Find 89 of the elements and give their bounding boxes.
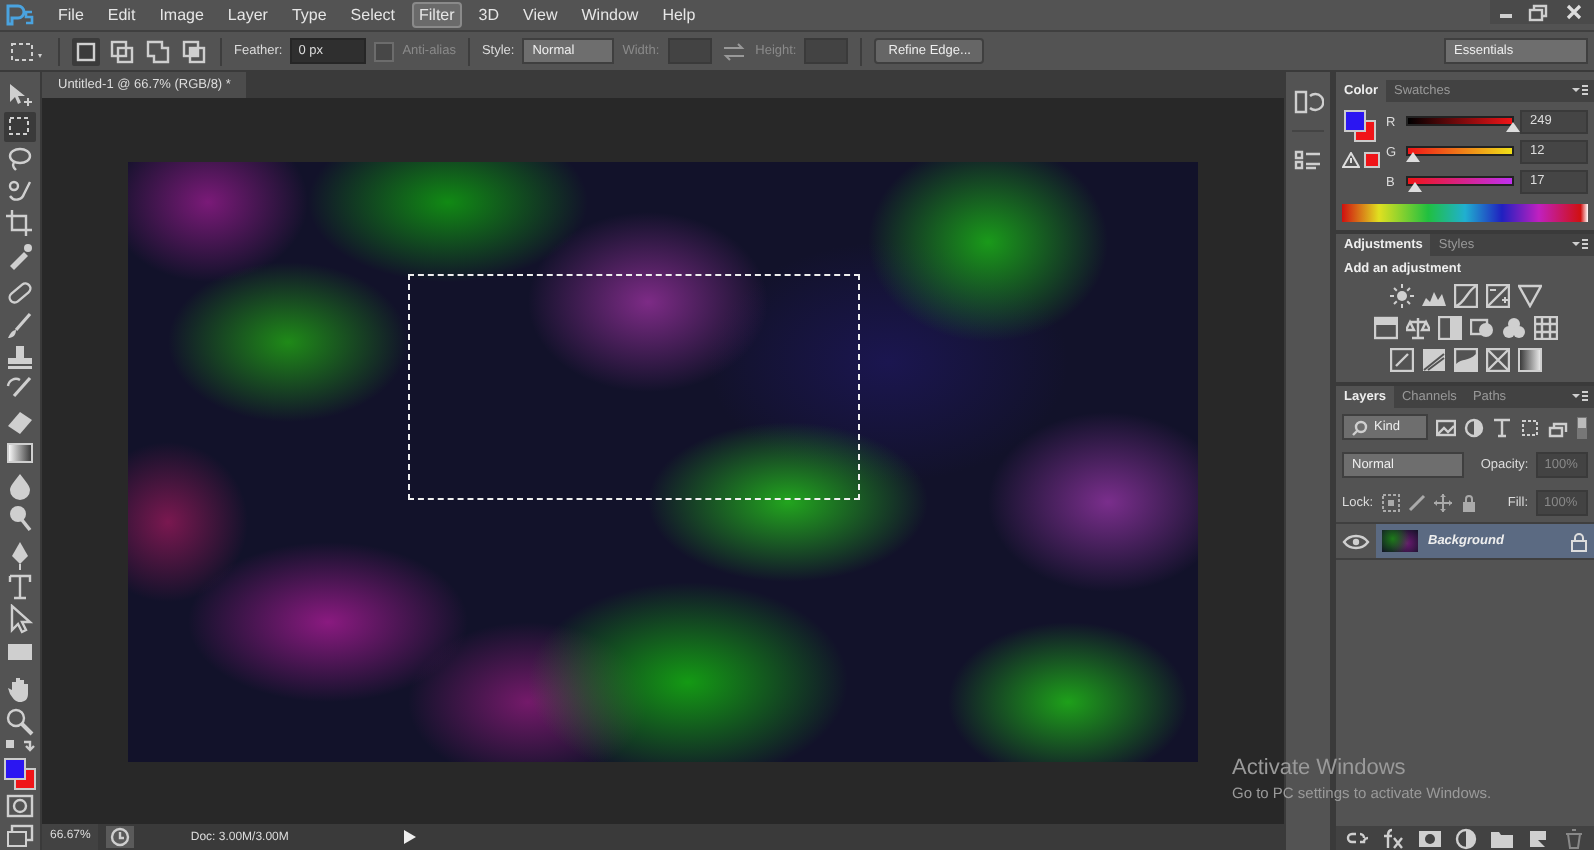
properties-panel-icon[interactable]	[1292, 146, 1324, 174]
posterize-icon[interactable]	[1421, 348, 1445, 372]
layer-mask-icon[interactable]	[1417, 827, 1441, 849]
swap-arrows-icon[interactable]	[719, 39, 748, 63]
threshold-icon[interactable]	[1453, 348, 1477, 372]
marquee-tool-icon[interactable]	[4, 112, 36, 142]
layer-thumbnail	[1382, 530, 1418, 552]
gamut-warning-icon[interactable]	[1342, 152, 1360, 168]
menu-item[interactable]: Image	[151, 2, 212, 28]
smart-object-filter-icon[interactable]	[1548, 417, 1568, 437]
color-swatches-icon[interactable]	[1342, 110, 1378, 142]
brush-tool-icon[interactable]	[4, 310, 36, 340]
color-slider[interactable]	[1406, 143, 1514, 161]
menu-item[interactable]: Filter	[411, 2, 463, 28]
selective-color-icon[interactable]	[1485, 348, 1509, 372]
lock-paint-icon[interactable]	[1407, 494, 1426, 512]
lock-all-icon[interactable]	[1459, 494, 1478, 512]
desaturate-icon[interactable]	[1437, 316, 1461, 340]
menu-item[interactable]: View	[515, 2, 566, 28]
slider-thumb-icon[interactable]	[1407, 181, 1422, 191]
menu-item[interactable]: Select	[342, 2, 404, 28]
color-balance-icon[interactable]	[1405, 316, 1429, 340]
photo-filter-icon[interactable]	[1469, 316, 1493, 340]
lock-pixels-icon[interactable]	[1381, 494, 1400, 512]
menu-item[interactable]: Help	[654, 2, 704, 28]
search-icon	[1352, 419, 1368, 435]
adjustment-layer-icon[interactable]	[1453, 827, 1477, 849]
panel-menu-icon[interactable]	[1570, 83, 1590, 99]
panel-menu-icon[interactable]	[1570, 237, 1590, 253]
dodge-tool-icon[interactable]	[4, 502, 36, 532]
blur-tool-icon[interactable]	[4, 470, 36, 500]
color-slider[interactable]	[1406, 113, 1514, 131]
panel-menu-icon[interactable]	[1570, 389, 1590, 405]
fx-icon[interactable]	[1381, 827, 1405, 849]
curves-icon[interactable]	[1453, 284, 1477, 308]
filter-toggle-icon[interactable]	[1576, 415, 1588, 439]
subtract-from-selection-icon[interactable]	[144, 37, 172, 65]
move-tool-icon[interactable]	[4, 80, 36, 110]
adjustment-filter-icon[interactable]	[1464, 417, 1484, 437]
swap-colors-icon[interactable]	[4, 738, 36, 756]
eraser-tool-icon[interactable]	[4, 406, 36, 436]
color-slider[interactable]	[1406, 173, 1514, 191]
lock-icon[interactable]	[1570, 531, 1588, 551]
color-spectrum-bar[interactable]	[1342, 204, 1588, 222]
gradient-map-icon[interactable]	[1517, 348, 1541, 372]
menu-item[interactable]: Layer	[219, 2, 276, 28]
new-layer-icon[interactable]	[1525, 827, 1549, 849]
intersect-selection-icon[interactable]	[180, 37, 208, 65]
zoom-tool-icon[interactable]	[4, 706, 36, 736]
invert-icon[interactable]	[1389, 348, 1413, 372]
lasso-tool-icon[interactable]	[4, 144, 36, 174]
quick-selection-icon[interactable]	[4, 176, 36, 206]
eye-icon[interactable]	[1342, 531, 1370, 551]
menu-item[interactable]: Type	[283, 2, 335, 28]
type-filter-icon[interactable]	[1492, 417, 1512, 437]
screen-mode-icon[interactable]	[4, 822, 36, 850]
color-swatches-icon[interactable]	[2, 758, 38, 790]
quick-mask-icon[interactable]	[4, 792, 36, 820]
color-lookup-icon[interactable]	[1533, 316, 1557, 340]
gradient-tool-icon[interactable]	[4, 438, 36, 468]
menu-item[interactable]: File	[50, 2, 92, 28]
trash-icon[interactable]	[1561, 827, 1585, 849]
gamut-color-swatch[interactable]	[1364, 152, 1380, 168]
ps-logo-icon	[6, 4, 34, 26]
exposure-icon[interactable]	[1485, 284, 1509, 308]
channel-mixer-icon[interactable]	[1501, 316, 1525, 340]
brightness-icon[interactable]	[1389, 284, 1413, 308]
shape-filter-icon[interactable]	[1520, 417, 1540, 437]
vibrance-icon[interactable]	[1517, 284, 1541, 308]
slider-thumb-icon[interactable]	[1505, 121, 1520, 131]
activation-notice-title: Activate Windows	[1232, 756, 1408, 780]
crop-tool-icon[interactable]	[4, 208, 36, 238]
pixel-layer-filter-icon[interactable]	[1436, 417, 1456, 437]
history-panel-icon[interactable]	[1292, 88, 1324, 116]
lock-position-icon[interactable]	[1433, 494, 1452, 512]
hue-saturation-icon[interactable]	[1373, 316, 1397, 340]
link-icon[interactable]	[1345, 827, 1369, 849]
status-info-icon[interactable]	[106, 826, 135, 848]
rectangular-marquee-icon[interactable]	[6, 37, 46, 65]
add-to-selection-icon[interactable]	[108, 37, 136, 65]
new-selection-icon[interactable]	[72, 37, 100, 65]
menu-item[interactable]: Edit	[99, 2, 144, 28]
type-tool-icon[interactable]	[4, 572, 36, 602]
folder-icon[interactable]	[1489, 827, 1513, 849]
healing-brush-icon[interactable]	[4, 278, 36, 308]
menu-item[interactable]: Window	[573, 2, 647, 28]
menu-item[interactable]: 3D	[470, 2, 508, 28]
slider-thumb-icon[interactable]	[1405, 151, 1420, 161]
clone-stamp-icon[interactable]	[4, 342, 36, 372]
